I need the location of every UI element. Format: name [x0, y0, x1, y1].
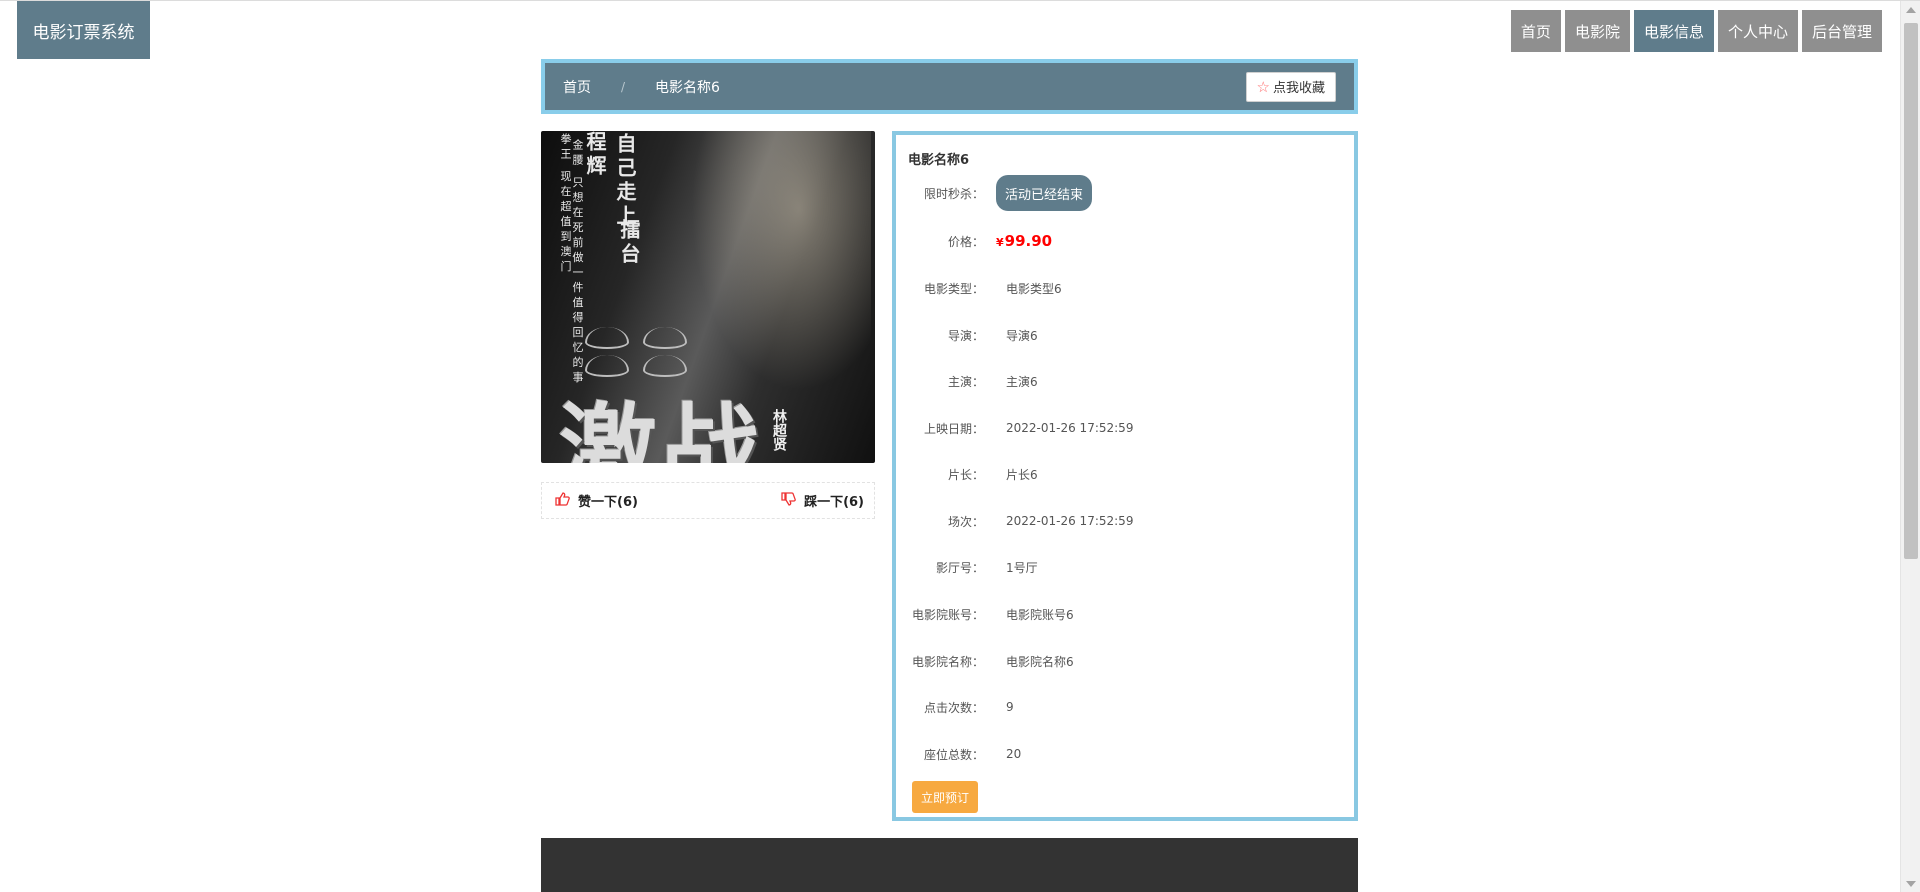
- info-row-genre: 电影类型： 电影类型6: [896, 276, 1356, 300]
- info-value: 20: [1006, 747, 1022, 761]
- star-icon: ☆: [1256, 77, 1270, 96]
- price-value: ¥99.90: [996, 232, 1052, 250]
- breadcrumb: 首页 / 电影名称6 ☆ 点我收藏: [541, 59, 1358, 114]
- flash-sale-label: 限时秒杀：: [923, 186, 984, 201]
- info-value: 电影类型6: [1006, 281, 1062, 296]
- movie-detail-panel: 电影名称6 限时秒杀： 活动已经结束 价格： ¥99.90 电影类型： 电影类型…: [892, 131, 1358, 821]
- poster-title: 激战: [559, 393, 764, 463]
- like-label: 赞一下(6): [578, 495, 638, 510]
- page-footer: [541, 838, 1358, 892]
- info-label: 场次：: [947, 514, 984, 529]
- info-row-clicks: 点击次数： 9: [896, 695, 1356, 719]
- info-value: 电影院名称6: [1006, 654, 1074, 669]
- book-now-button[interactable]: 立即预订: [912, 781, 979, 813]
- favorite-button[interactable]: ☆ 点我收藏: [1245, 71, 1336, 102]
- info-value: 2022-01-26 17:52:59: [1006, 514, 1134, 528]
- info-label: 主演：: [947, 374, 984, 389]
- award-laurel: [643, 327, 687, 349]
- vote-bar: 赞一下(6) 踩一下(6): [541, 482, 875, 519]
- info-label: 电影院名称：: [911, 654, 984, 669]
- info-value: 片长6: [1006, 467, 1038, 482]
- poster-director: 林超贤: [771, 409, 787, 451]
- poster-line-1: 自己走上: [613, 133, 637, 229]
- info-row-cinema-name: 电影院名称： 电影院名称6: [896, 649, 1356, 673]
- like-button[interactable]: 赞一下(6): [554, 491, 638, 510]
- scroll-down-arrow-icon[interactable]: [1906, 881, 1916, 887]
- poster-line-2: 擂台: [617, 219, 641, 267]
- info-value: 主演6: [1006, 374, 1038, 389]
- thumbs-up-icon: [554, 491, 570, 510]
- flash-sale-row: 限时秒杀： 活动已经结束: [896, 173, 1356, 213]
- info-label: 影厅号：: [935, 560, 984, 575]
- top-nav: 首页 电影院 电影信息 个人中心 后台管理: [1510, 10, 1882, 52]
- info-row-seats: 座位总数： 20: [896, 742, 1356, 766]
- info-row-showtime: 场次： 2022-01-26 17:52:59: [896, 509, 1356, 533]
- info-label: 电影院账号：: [911, 607, 984, 622]
- site-logo[interactable]: 电影订票系统: [17, 1, 150, 59]
- info-row-duration: 片长： 片长6: [896, 462, 1356, 486]
- poster-name: 程辉: [583, 131, 607, 179]
- breadcrumb-current: 电影名称6: [655, 79, 720, 96]
- info-row-cast: 主演： 主演6: [896, 369, 1356, 393]
- info-label: 电影类型：: [923, 281, 984, 296]
- info-row-director: 导演： 导演6: [896, 323, 1356, 347]
- info-label: 点击次数：: [923, 700, 984, 715]
- poster-tagline-1: 拳王 现在超值到澳门: [559, 133, 572, 276]
- info-value: 电影院账号6: [1006, 607, 1074, 622]
- info-row-cinema-account: 电影院账号： 电影院账号6: [896, 602, 1356, 626]
- nav-personal-center[interactable]: 个人中心: [1717, 10, 1798, 52]
- info-label: 片长：: [947, 467, 984, 482]
- poster-light: [691, 131, 871, 391]
- info-label: 上映日期：: [923, 421, 984, 436]
- price-amount: 99.90: [1004, 232, 1053, 250]
- nav-movie-info[interactable]: 电影信息: [1633, 10, 1714, 52]
- nav-home[interactable]: 首页: [1510, 10, 1561, 52]
- info-row-release-date: 上映日期： 2022-01-26 17:52:59: [896, 416, 1356, 440]
- price-label: 价格：: [947, 234, 984, 249]
- info-value: 导演6: [1006, 328, 1038, 343]
- dislike-label: 踩一下(6): [804, 495, 864, 510]
- award-laurel: [585, 327, 629, 349]
- scroll-up-arrow-icon[interactable]: [1906, 7, 1916, 13]
- info-label: 导演：: [947, 328, 984, 343]
- breadcrumb-home[interactable]: 首页: [563, 77, 591, 97]
- info-value: 2022-01-26 17:52:59: [1006, 421, 1134, 435]
- nav-cinemas[interactable]: 电影院: [1564, 10, 1630, 52]
- info-value: 1号厅: [1006, 560, 1038, 575]
- currency-symbol: ¥: [996, 236, 1004, 249]
- breadcrumb-separator: /: [621, 79, 626, 94]
- flash-sale-status-badge: 活动已经结束: [996, 175, 1093, 211]
- nav-admin[interactable]: 后台管理: [1801, 10, 1882, 52]
- movie-title: 电影名称6: [908, 153, 970, 168]
- favorite-label: 点我收藏: [1272, 81, 1325, 96]
- thumbs-down-icon: [780, 491, 796, 510]
- page-scrollbar[interactable]: [1900, 1, 1920, 892]
- movie-poster: 拳王 现在超值到澳门 程辉 金腰 只想在死前做一件值得回忆的事 自己走上 擂台 …: [541, 131, 875, 463]
- info-label: 座位总数：: [923, 747, 984, 762]
- dislike-button[interactable]: 踩一下(6): [780, 491, 864, 510]
- info-value: 9: [1006, 700, 1014, 714]
- scroll-thumb[interactable]: [1904, 23, 1918, 559]
- poster-tagline-2: 金腰 只想在死前做一件值得回忆的事: [571, 139, 584, 387]
- price-row: 价格： ¥99.90: [896, 229, 1356, 253]
- info-row-hall: 影厅号： 1号厅: [896, 555, 1356, 579]
